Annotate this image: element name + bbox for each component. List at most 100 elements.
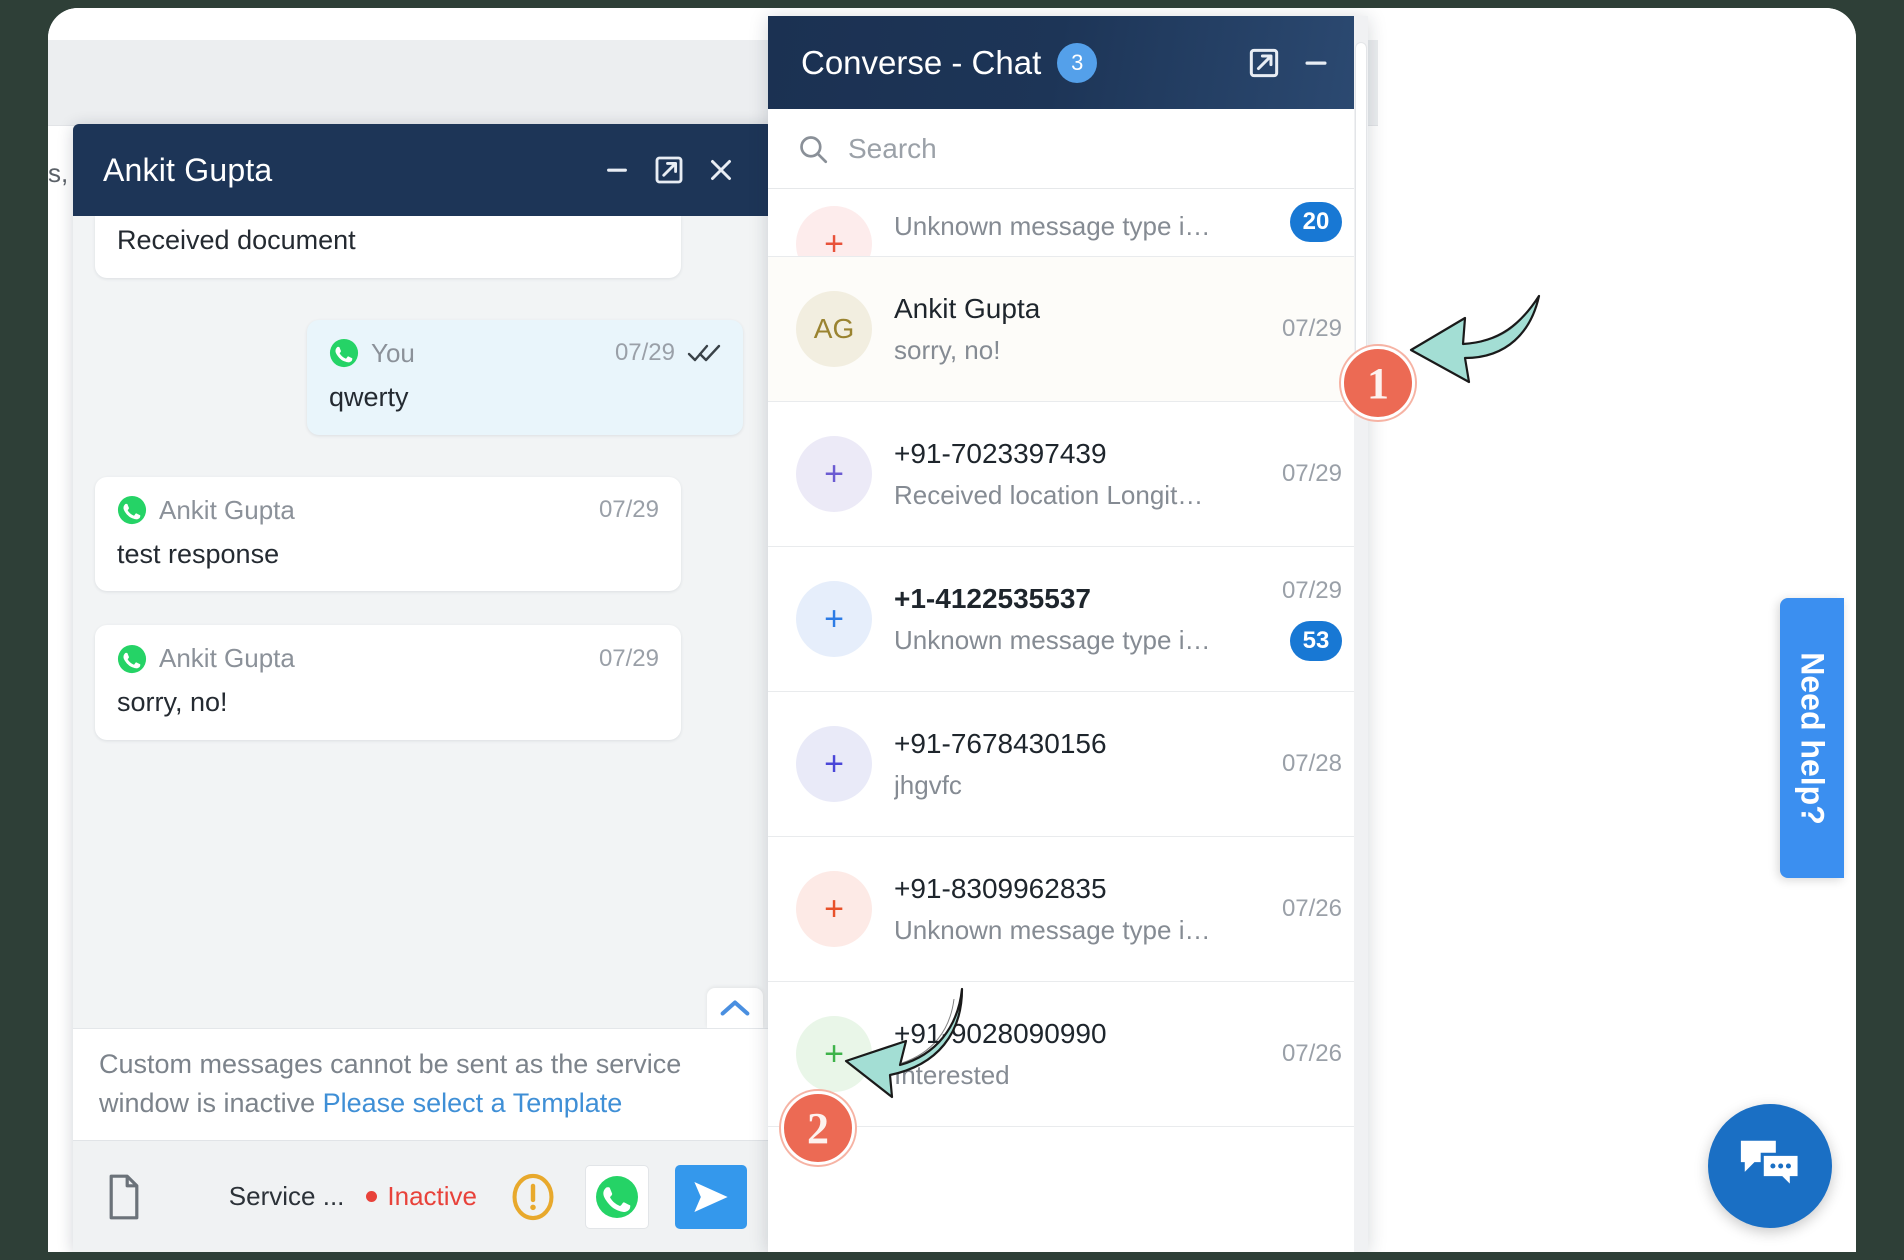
list-item[interactable]: + +91-9028090990 Interested 07/26 (768, 982, 1368, 1127)
message-sender: Ankit Gupta (159, 643, 295, 674)
list-item-preview: jhgvfc (894, 769, 962, 800)
list-item-content: Ankit Gupta sorry, no! (894, 293, 1212, 366)
list-item-meta: 07/26 (1250, 895, 1342, 923)
message-list[interactable]: Received document You 07/29 qwerty Ankit… (73, 216, 773, 1029)
list-item[interactable]: + +1-4122535537 Unknown message type in.… (768, 547, 1368, 692)
list-item-date: 07/26 (1281, 895, 1342, 922)
message-sender: Ankit Gupta (159, 494, 295, 525)
warning-button[interactable] (507, 1171, 559, 1223)
conversation-header: Ankit Gupta (73, 124, 773, 216)
list-item-meta: 07/29 (1250, 315, 1342, 343)
chevron-up-icon (720, 1000, 750, 1016)
avatar: + (796, 436, 872, 512)
list-item-meta: 07/29 (1250, 460, 1342, 488)
panel-popout-button[interactable] (1238, 37, 1290, 89)
whatsapp-icon (117, 644, 147, 673)
whatsapp-icon (329, 339, 359, 368)
annotation-marker-1: 1 (1341, 346, 1415, 420)
list-item[interactable]: + +91-8309962835 Unknown message type in… (768, 837, 1368, 982)
double-check-icon (687, 345, 721, 362)
message-meta: Ankit Gupta 07/29 (117, 643, 659, 674)
avatar: + (796, 726, 872, 802)
avatar: + (796, 581, 872, 657)
message-bubble-incoming: Ankit Gupta 07/29 sorry, no! (95, 625, 681, 740)
need-help-tab[interactable]: Need help? (1780, 598, 1844, 878)
chat-launcher-button[interactable] (1708, 1104, 1832, 1228)
list-item-preview: sorry, no! (894, 334, 1001, 365)
list-item-content: +1-4122535537 Unknown message type in... (894, 583, 1212, 656)
avatar-label: + (824, 225, 844, 257)
close-button[interactable] (695, 144, 747, 196)
message-text: qwerty (329, 381, 409, 412)
unread-count-badge: 3 (1057, 42, 1098, 83)
message-text: sorry, no! (117, 687, 228, 718)
minimize-icon (607, 168, 627, 172)
list-item[interactable]: AG Ankit Gupta sorry, no! 07/29 (768, 257, 1368, 402)
browser-viewport: s, o Ankit Gupta (48, 8, 1856, 1252)
avatar: + (796, 206, 872, 257)
message-meta: You 07/29 (329, 338, 721, 369)
avatar-label: + (824, 1035, 844, 1073)
document-icon (109, 1174, 139, 1219)
list-item-preview: Unknown message type in... (894, 211, 1212, 241)
message-bubble-incoming: Ankit Gupta 07/29 test response (95, 476, 681, 592)
list-item-date: 07/26 (1281, 1040, 1342, 1067)
composer-toolbar: Service ... Inactive (73, 1140, 773, 1252)
chat-list[interactable]: + Unknown message type in... 20 AG Ankit… (768, 189, 1368, 1252)
screen-frame: s, o Ankit Gupta (0, 0, 1904, 1260)
list-item[interactable]: + +91-7678430156 jhgvfc 07/28 (768, 692, 1368, 837)
whatsapp-icon (596, 1175, 638, 1218)
message-meta: Ankit Gupta 07/29 (117, 495, 659, 526)
list-item-content: +91-8309962835 Unknown message type in..… (894, 873, 1212, 946)
search-input[interactable] (848, 132, 1344, 165)
list-item[interactable]: + Unknown message type in... 20 (768, 189, 1368, 257)
list-item[interactable]: + +91-7023397439 Received location Longi… (768, 402, 1368, 547)
whatsapp-channel-button[interactable] (585, 1164, 649, 1229)
avatar-label: + (824, 890, 844, 928)
message-text: test response (117, 538, 280, 569)
message-date: 07/29 (614, 339, 675, 367)
scroll-up-button[interactable] (707, 988, 763, 1029)
whatsapp-icon (117, 495, 147, 525)
attach-document-button[interactable] (97, 1170, 151, 1224)
list-item-content: +91-7678430156 jhgvfc (894, 728, 1212, 801)
popout-button[interactable] (643, 144, 695, 196)
list-item-date: 07/29 (1281, 460, 1342, 487)
background-text-fragment-left: s, (48, 158, 69, 188)
chat-bubbles-icon (1740, 1140, 1801, 1192)
search-bar[interactable] (768, 109, 1368, 189)
close-icon (711, 160, 731, 180)
minimize-icon (1305, 61, 1327, 65)
conversation-window: Ankit Gupta Received document You 07/29 … (73, 124, 773, 1252)
converse-chat-panel: Converse - Chat 3 Search + Unknown messa… (768, 16, 1368, 1252)
chat-list-scrollbar[interactable] (1354, 16, 1368, 1252)
scrollbar-thumb[interactable] (1355, 42, 1367, 372)
list-item-content: +91-7023397439 Received location Longitu… (894, 438, 1212, 511)
avatar: AG (796, 291, 872, 367)
list-item-content: Unknown message type in... (894, 211, 1212, 242)
list-item-preview: Interested (894, 1059, 1010, 1090)
avatar-label: + (824, 600, 844, 638)
list-item-preview: Unknown message type in... (894, 624, 1212, 655)
message-bubble: Received document (95, 216, 681, 278)
avatar-label: AG (813, 313, 855, 344)
send-icon (694, 1181, 728, 1212)
list-item-preview: Unknown message type in... (894, 914, 1212, 945)
service-status-badge: Inactive (366, 1181, 477, 1212)
list-item-preview: Received location Longitu... (894, 479, 1212, 510)
message-text: Received document (117, 225, 356, 255)
avatar: + (796, 1016, 872, 1092)
search-icon (800, 135, 828, 163)
status-dot-icon (366, 1191, 378, 1202)
list-item-date: 07/28 (1281, 750, 1342, 777)
avatar-label: + (824, 745, 844, 783)
chat-panel-header: Converse - Chat 3 (768, 16, 1368, 109)
external-link-icon (1249, 48, 1279, 77)
message-sender: You (371, 337, 415, 368)
send-button[interactable] (675, 1164, 747, 1229)
select-template-link[interactable]: Please select a Template (323, 1088, 623, 1118)
panel-minimize-button[interactable] (1290, 37, 1342, 89)
minimize-button[interactable] (591, 144, 643, 196)
external-link-icon (655, 156, 683, 184)
list-item-content: +91-9028090990 Interested (894, 1018, 1212, 1091)
